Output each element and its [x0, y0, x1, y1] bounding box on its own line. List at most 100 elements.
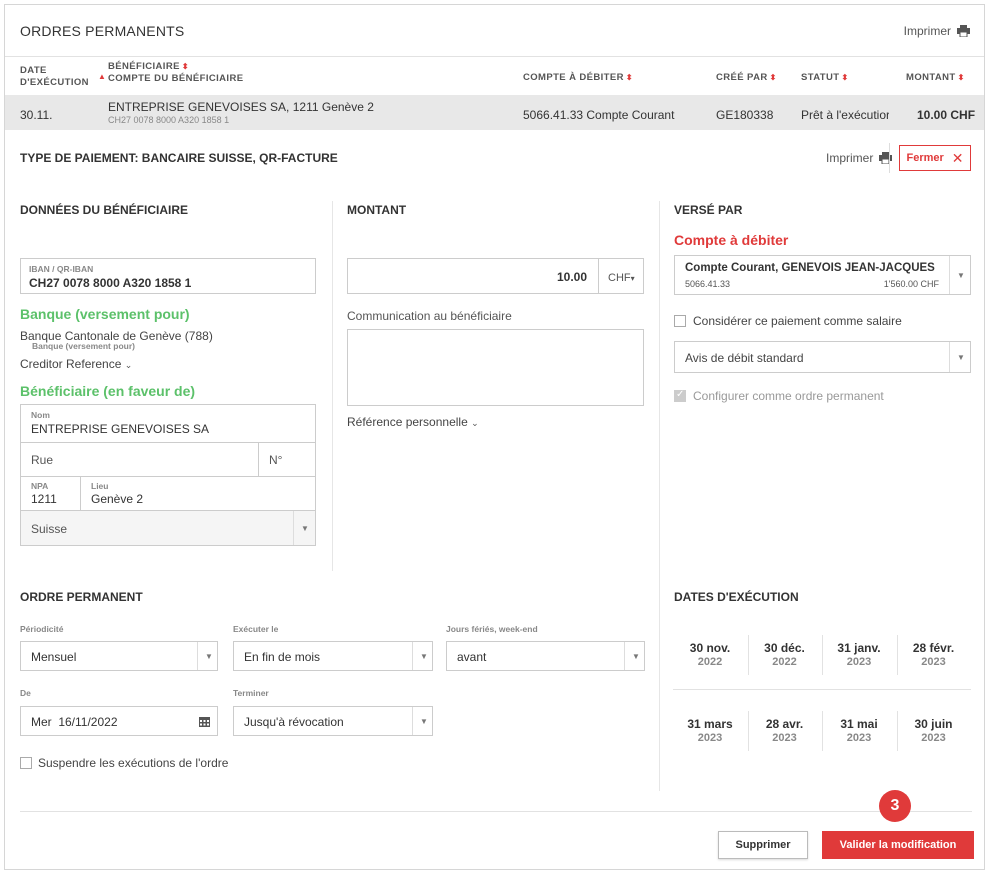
- print-button-top[interactable]: Imprimer: [904, 24, 970, 38]
- col-created-by[interactable]: CRÉÉ PAR ⬍: [716, 72, 777, 84]
- execution-date-year: 2022: [772, 656, 797, 668]
- standing-order-heading: ORDRE PERMANENT: [20, 590, 143, 604]
- chevron-down-icon: ⌄: [471, 418, 479, 428]
- print-label-detail: Imprimer: [826, 151, 874, 165]
- sort-asc-icon[interactable]: ▲: [98, 72, 106, 81]
- end-select[interactable]: Jusqu'à révocation ▼: [233, 706, 433, 736]
- amount-field[interactable]: 10.00: [347, 258, 644, 294]
- currency-select[interactable]: CHF▾: [608, 272, 635, 284]
- col-debit-account[interactable]: COMPTE À DÉBITER ⬍: [523, 72, 633, 84]
- holidays-select[interactable]: avant ▼: [446, 641, 645, 671]
- top-bar: ORDRES PERMANENTS Imprimer: [5, 5, 984, 57]
- number-field[interactable]: N°: [259, 443, 315, 477]
- suspend-label: Suspendre les exécutions de l'ordre: [38, 756, 229, 770]
- row-status: Prêt à l'exécutior: [801, 108, 889, 122]
- npa-value: 1211: [31, 492, 57, 506]
- row-amount: 10.00 CHF: [917, 108, 976, 122]
- iban-field[interactable]: IBAN / QR-IBAN CH27 0078 8000 A320 1858 …: [20, 258, 316, 294]
- execute-select[interactable]: En fin de mois ▼: [233, 641, 433, 671]
- beneficiary-heading: DONNÉES DU BÉNÉFICIAIRE: [20, 203, 189, 217]
- chevron-down-icon: ⌄: [124, 360, 133, 370]
- divider: [822, 711, 823, 751]
- standing-order-checkbox: [674, 389, 686, 402]
- caret-down-icon: ▼: [632, 652, 640, 661]
- divider: [747, 711, 749, 751]
- execution-date: 30 juin 2023: [897, 717, 971, 744]
- caret-down-icon: ▼: [957, 271, 965, 280]
- execution-date: 31 mai 2023: [822, 717, 896, 744]
- personal-reference-toggle[interactable]: Référence personnelle ⌄: [347, 415, 479, 429]
- row-debit-account: 5066.41.33 Compte Courant: [523, 108, 675, 122]
- execution-date-year: 2023: [921, 732, 946, 744]
- city-field[interactable]: Lieu Genève 2: [81, 477, 315, 511]
- col-beneficiary[interactable]: BÉNÉFICIAIRE ⬍ COMPTE DU BÉNÉFICIAIRE: [108, 61, 243, 85]
- amount-value: 10.00: [556, 270, 587, 284]
- country-value: Suisse: [31, 522, 68, 536]
- name-label: Nom: [31, 410, 50, 420]
- debit-notice-value: Avis de débit standard: [685, 351, 804, 365]
- creditor-reference-toggle[interactable]: Creditor Reference ⌄: [20, 357, 132, 371]
- execute-value: En fin de mois: [244, 650, 321, 664]
- standing-orders-panel: ORDRES PERMANENTS Imprimer DATE D'EXÉCUT…: [4, 4, 985, 870]
- street-field[interactable]: Rue: [21, 443, 259, 477]
- row-beneficiary: ENTREPRISE GENEVOISES SA, 1211 Genève 2 …: [108, 100, 374, 125]
- end-label: Terminer: [233, 688, 269, 698]
- salary-checkbox[interactable]: [674, 315, 686, 327]
- account-balance: 1'560.00 CHF: [883, 279, 939, 289]
- divider: [822, 635, 823, 675]
- execution-date-day: 31 mars: [687, 717, 733, 731]
- execution-date-year: 2023: [921, 656, 946, 668]
- country-select[interactable]: Suisse ▼: [21, 511, 315, 545]
- city-value: Genève 2: [91, 492, 144, 506]
- execution-date-day: 30 nov.: [689, 641, 731, 655]
- divider: [889, 143, 890, 173]
- row-date: 30.11.: [20, 108, 53, 122]
- execution-dates-heading: DATES D'EXÉCUTION: [674, 590, 799, 604]
- execution-date: 28 avr. 2023: [748, 717, 822, 744]
- debit-account-heading: Compte à débiter: [674, 232, 789, 248]
- delete-button[interactable]: Supprimer: [718, 831, 808, 859]
- divider: [896, 635, 898, 675]
- beneficiary-subheading: Bénéficiaire (en faveur de): [20, 383, 196, 399]
- execution-date: 30 nov. 2022: [673, 641, 747, 668]
- printer-icon: [957, 25, 970, 37]
- communication-textarea[interactable]: [347, 329, 644, 406]
- execution-date-day: 31 mai: [840, 717, 878, 731]
- caret-down-icon: ▼: [420, 652, 428, 661]
- suspend-checkbox[interactable]: [20, 757, 32, 769]
- execution-date-year: 2022: [697, 656, 723, 668]
- debit-account-select[interactable]: Compte Courant, GENEVOIS JEAN-JACQUES 50…: [674, 255, 971, 295]
- from-date-field[interactable]: Mer 16/11/2022: [20, 706, 218, 736]
- iban-value: CH27 0078 8000 A320 1858 1: [29, 276, 192, 290]
- divider: [747, 635, 749, 675]
- bank-heading: Banque (versement pour): [20, 306, 190, 322]
- confirm-modification-button[interactable]: Valider la modification: [822, 831, 974, 859]
- salary-label: Considérer ce paiement comme salaire: [693, 314, 902, 328]
- communication-label: Communication au bénéficiaire: [347, 309, 512, 323]
- col-date[interactable]: DATE D'EXÉCUTION: [20, 65, 89, 89]
- iban-label: IBAN / QR-IBAN: [29, 264, 94, 274]
- periodicity-select[interactable]: Mensuel ▼: [20, 641, 218, 671]
- execution-date-day: 30 juin: [914, 717, 953, 731]
- paid-by-heading: VERSÉ PAR: [674, 203, 743, 217]
- bank-sublabel: Banque (versement pour): [32, 341, 135, 351]
- end-value: Jusqu'à révocation: [244, 715, 344, 729]
- table-row-selected[interactable]: 30.11. ENTREPRISE GENEVOISES SA, 1211 Ge…: [5, 95, 984, 130]
- col-amount[interactable]: MONTANT ⬍: [906, 72, 965, 84]
- step-badge: 3: [879, 790, 911, 822]
- debit-notice-select[interactable]: Avis de débit standard ▼: [674, 341, 971, 373]
- npa-field[interactable]: NPA 1211: [21, 477, 81, 511]
- close-button[interactable]: Fermer ✕: [899, 145, 971, 171]
- col-status[interactable]: STATUT ⬍: [801, 72, 849, 84]
- execution-date-year: 2023: [772, 732, 797, 744]
- name-value: ENTREPRISE GENEVOISES SA: [31, 422, 210, 436]
- holidays-value: avant: [457, 650, 487, 664]
- execution-date: 30 déc. 2022: [748, 641, 822, 668]
- print-button-detail[interactable]: Imprimer: [826, 151, 893, 165]
- divider: [20, 811, 972, 812]
- caret-down-icon: ▼: [301, 524, 309, 533]
- calendar-icon[interactable]: [199, 717, 210, 727]
- name-field[interactable]: Nom ENTREPRISE GENEVOISES SA: [21, 405, 315, 443]
- from-label: De: [20, 688, 31, 698]
- periodicity-label: Périodicité: [20, 624, 64, 634]
